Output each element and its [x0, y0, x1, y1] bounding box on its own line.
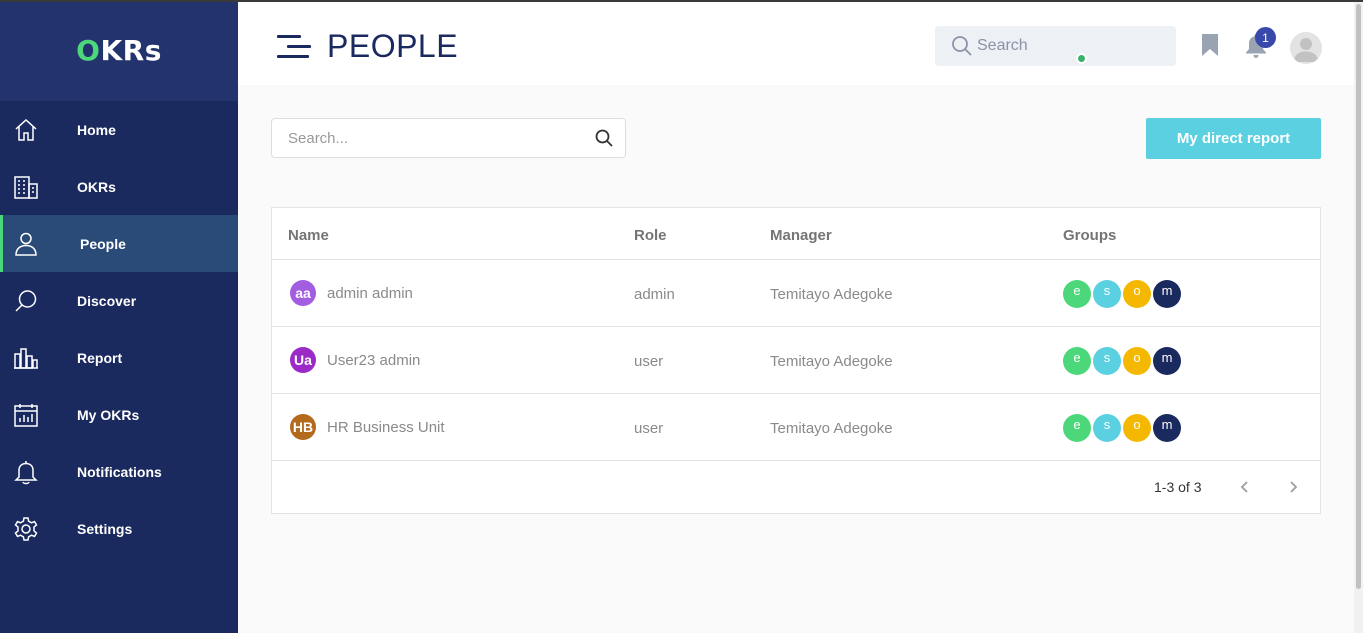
pagination-info: 1-3 of 3	[1154, 479, 1202, 495]
sidebar-item-label: OKRs	[77, 178, 116, 195]
sidebar: OKRs Home OKRs People Discover Report My…	[0, 0, 238, 633]
menu-toggle-icon[interactable]	[277, 35, 311, 59]
user-initials-avatar: Ua	[290, 347, 316, 373]
user-avatar[interactable]	[1290, 32, 1322, 64]
previous-page-button[interactable]	[1236, 478, 1254, 496]
table-footer: 1-3 of 3	[272, 461, 1320, 513]
next-page-button[interactable]	[1284, 478, 1302, 496]
online-status-dot	[1076, 53, 1087, 64]
table-body: aa admin admin admin Temitayo Adegoke e s o m Ua…	[272, 260, 1320, 461]
group-chip-m[interactable]: m	[1153, 280, 1181, 308]
search-icon	[952, 36, 972, 56]
sidebar-item-label: Discover	[77, 292, 137, 309]
manager-cell: Temitayo Adegoke	[770, 420, 893, 437]
sidebar-item-home[interactable]: Home	[0, 101, 238, 158]
column-header-groups[interactable]: Groups	[1063, 227, 1116, 244]
sidebar-item-notifications[interactable]: Notifications	[0, 443, 238, 500]
group-chip-s[interactable]: s	[1093, 280, 1121, 308]
sidebar-item-okrs[interactable]: OKRs	[0, 158, 238, 215]
notifications-button[interactable]: 1	[1245, 27, 1276, 58]
sidebar-item-label: My OKRs	[77, 406, 140, 423]
manager-cell: Temitayo Adegoke	[770, 353, 893, 370]
sidebar-item-label: Notifications	[77, 463, 162, 480]
name-cell: aa admin admin	[290, 280, 413, 306]
table-row[interactable]: HB HR Business Unit user Temitayo Adegoke e s…	[272, 394, 1320, 461]
app-logo[interactable]: OKRs	[76, 34, 162, 67]
column-header-name[interactable]: Name	[288, 227, 329, 244]
sidebar-item-report[interactable]: Report	[0, 329, 238, 386]
user-silhouette-icon	[1294, 38, 1318, 62]
name-cell: HB HR Business Unit	[290, 414, 445, 440]
sidebar-item-label: Home	[77, 121, 116, 138]
logo-letter-o: O	[76, 34, 101, 67]
calendar-chart-icon	[12, 401, 40, 429]
sidebar-nav: Home OKRs People Discover Report My OKRs…	[0, 101, 238, 557]
sidebar-item-label: Settings	[77, 520, 133, 537]
user-initials-avatar: aa	[290, 280, 316, 306]
person-icon	[12, 230, 40, 258]
notification-count-badge: 1	[1255, 27, 1276, 48]
chevron-left-icon	[1240, 481, 1248, 493]
user-name[interactable]: HR Business Unit	[327, 419, 445, 436]
window-top-border	[0, 0, 1363, 2]
group-chip-m[interactable]: m	[1153, 347, 1181, 375]
global-search-box[interactable]	[935, 26, 1176, 66]
column-header-manager[interactable]: Manager	[770, 227, 832, 244]
sidebar-item-people[interactable]: People	[0, 215, 238, 272]
groups-cell: esom	[1063, 347, 1183, 375]
manager-cell: Temitayo Adegoke	[770, 286, 893, 303]
group-chip-o[interactable]: o	[1123, 414, 1151, 442]
chevron-right-icon	[1290, 481, 1298, 493]
table-row[interactable]: Ua User23 admin user Temitayo Adegoke e s o m	[272, 327, 1320, 394]
search-icon	[12, 287, 40, 315]
group-chip-e[interactable]: e	[1063, 280, 1091, 308]
group-chip-e[interactable]: e	[1063, 347, 1091, 375]
group-chip-s[interactable]: s	[1093, 347, 1121, 375]
bar-chart-icon	[12, 344, 40, 372]
search-icon[interactable]	[595, 129, 613, 147]
logo-text: KRs	[100, 34, 162, 67]
group-chip-m[interactable]: m	[1153, 414, 1181, 442]
name-cell: Ua User23 admin	[290, 347, 420, 373]
people-search-box[interactable]	[271, 118, 626, 158]
scrollbar-thumb[interactable]	[1356, 4, 1361, 589]
building-icon	[12, 173, 40, 201]
role-cell: user	[634, 420, 664, 437]
people-table: Name Role Manager Groups aa admin admin ad…	[271, 207, 1321, 514]
group-chip-o[interactable]: o	[1123, 280, 1151, 308]
bookmark-icon[interactable]	[1201, 34, 1219, 56]
user-initials-avatar: HB	[290, 414, 316, 440]
group-chip-o[interactable]: o	[1123, 347, 1151, 375]
column-header-role[interactable]: Role	[634, 227, 667, 244]
groups-cell: esom	[1063, 414, 1183, 442]
page-title: PEOPLE	[327, 28, 459, 64]
role-cell: user	[634, 353, 664, 370]
user-name[interactable]: User23 admin	[327, 352, 420, 369]
sidebar-item-discover[interactable]: Discover	[0, 272, 238, 329]
top-header: PEOPLE 1	[238, 2, 1354, 85]
sidebar-item-my-okrs[interactable]: My OKRs	[0, 386, 238, 443]
groups-cell: esom	[1063, 280, 1183, 308]
group-chip-e[interactable]: e	[1063, 414, 1091, 442]
sidebar-item-label: Report	[77, 349, 123, 366]
global-search-input[interactable]	[977, 37, 1157, 55]
logo-area: OKRs	[0, 0, 238, 101]
bell-icon	[12, 458, 40, 486]
sidebar-item-settings[interactable]: Settings	[0, 500, 238, 557]
group-chip-s[interactable]: s	[1093, 414, 1121, 442]
home-icon	[12, 116, 40, 144]
table-header-row: Name Role Manager Groups	[272, 208, 1320, 260]
table-row[interactable]: aa admin admin admin Temitayo Adegoke e s o m	[272, 260, 1320, 327]
sidebar-item-label: People	[80, 235, 126, 252]
my-direct-report-button[interactable]: My direct report	[1146, 118, 1321, 159]
gear-icon	[12, 515, 40, 543]
people-search-input[interactable]	[288, 129, 595, 147]
role-cell: admin	[634, 286, 675, 303]
user-name[interactable]: admin admin	[327, 285, 413, 302]
